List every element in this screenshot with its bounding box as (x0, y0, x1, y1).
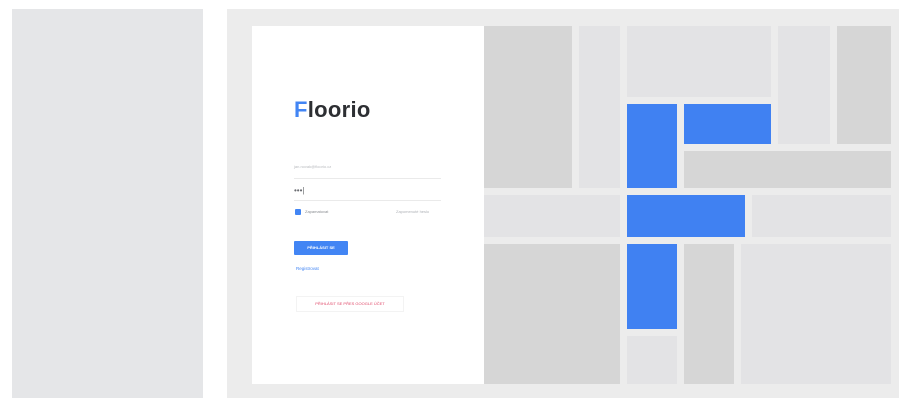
mosaic-tile (778, 26, 830, 144)
login-card (252, 26, 484, 384)
logo-letter-f: F (294, 97, 308, 122)
mosaic-tile (741, 244, 891, 384)
mosaic-tile-blue (627, 195, 745, 237)
mosaic-tile (484, 26, 572, 188)
mosaic-tile (484, 244, 620, 384)
password-field[interactable]: •••| (294, 184, 441, 201)
remember-checkbox[interactable] (295, 209, 301, 215)
mosaic-tile (752, 195, 891, 237)
mosaic-tile (627, 336, 677, 384)
mosaic-tile (627, 26, 771, 97)
remember-label: Zapamatovat (305, 209, 329, 214)
mosaic-tile (484, 195, 620, 237)
mosaic-tile (579, 26, 620, 188)
register-link[interactable]: Registrovat (296, 266, 319, 271)
mosaic-tile (837, 26, 891, 144)
mosaic-tile-blue (627, 104, 677, 188)
mosaic-tile-blue (684, 104, 771, 144)
left-sidebar-placeholder (12, 9, 203, 398)
forgot-password-link[interactable]: Zapomenuté heslo (396, 209, 429, 214)
mosaic-tile (684, 151, 891, 188)
password-value: •••| (294, 186, 305, 195)
login-button[interactable]: PŘIHLÁSIT SE (294, 241, 348, 255)
google-login-button[interactable]: PŘIHLÁSIT SE PŘES GOOGLE ÚČET (296, 296, 404, 312)
logo-text: loorio (307, 97, 371, 122)
floorio-logo: Floorio (294, 97, 371, 123)
email-field[interactable]: jan.novak@floorio.cz (294, 164, 441, 179)
mosaic-tile (684, 244, 734, 384)
mosaic-tile-blue (627, 244, 677, 329)
email-placeholder: jan.novak@floorio.cz (294, 164, 332, 169)
